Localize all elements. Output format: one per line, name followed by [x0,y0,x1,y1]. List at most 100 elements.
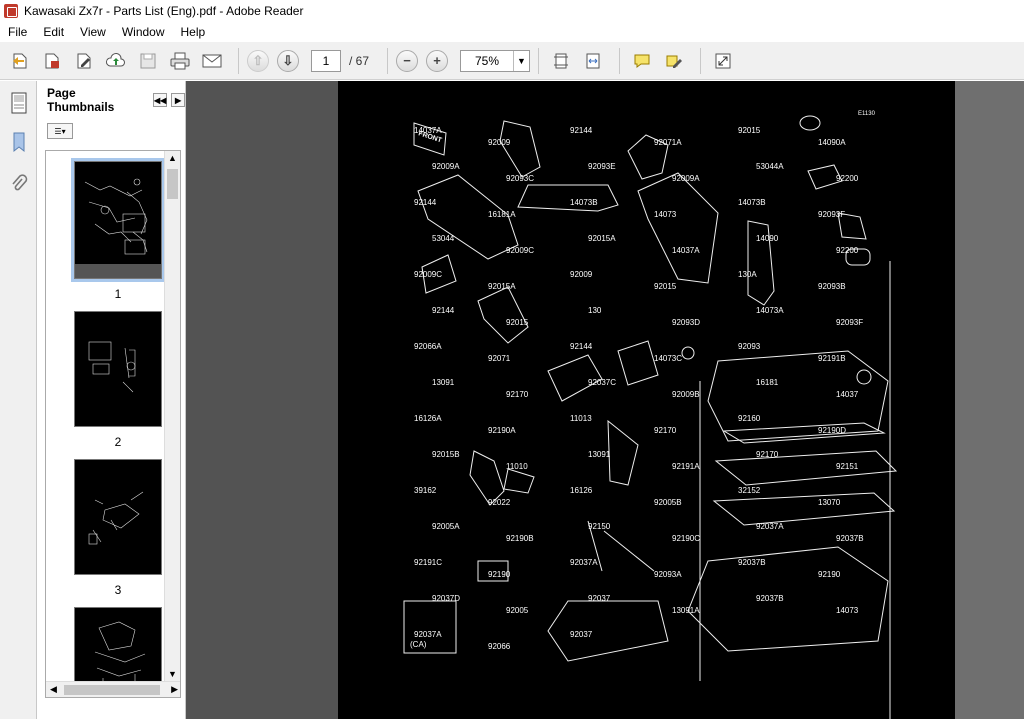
fullscreen-icon[interactable] [709,47,737,75]
scroll-left-icon[interactable]: ◀ [50,684,57,695]
thumbnail-page-1[interactable] [74,161,162,279]
toolbar-separator [538,47,540,74]
scroll-right-icon[interactable]: ▶ [171,684,178,695]
toolbar-separator [700,47,702,74]
part-callout: 92037A [756,522,784,531]
menu-window[interactable]: Window [114,25,173,39]
thumbnails-options-bar: ☰▾ [37,119,185,143]
part-callout: 13070 [818,498,841,507]
part-callout: 11010 [506,462,528,471]
zoom-value: 75% [475,53,500,68]
parts-exploded-diagram: 14037A 92009 92144 92071A 92015 14090A 92009A 9… [403,111,898,719]
part-callout: 92015B [432,450,460,459]
expand-panel-icon[interactable]: ▶ [171,93,185,107]
part-callout: 16126 [570,486,593,495]
next-page-icon[interactable]: ⇩ [277,49,299,72]
zoom-out-icon[interactable]: − [396,49,419,72]
chevron-down-icon[interactable]: ▼ [513,50,529,71]
part-callout: 92005B [654,498,682,507]
part-callout: 92190B [506,534,534,543]
part-callout: 14090 [756,234,779,243]
part-callout: 92200 [836,174,859,183]
part-callout: 92015 [506,318,529,327]
part-callout: 92144 [570,126,593,135]
part-callout: 92144 [414,198,437,207]
menu-help[interactable]: Help [173,25,214,39]
part-callout: 13091A [672,606,700,615]
thumbnail-page-2[interactable] [74,311,162,427]
part-callout: 92015A [488,282,516,291]
part-callout: 92071 [488,354,511,363]
part-callout: 92037 [588,594,611,603]
scrollbar-thumb[interactable] [64,685,160,695]
thumbnail-vertical-scrollbar[interactable]: ▲ ▼ [164,151,180,681]
previous-page-icon[interactable]: ⇧ [247,49,269,72]
print-icon[interactable] [166,47,194,75]
part-callout: 92191A [672,462,700,471]
part-callout: 92037 [570,630,593,639]
part-callout: 32152 [738,486,761,495]
navigation-strip [0,81,37,719]
part-callout: 92190 [818,570,841,579]
scroll-up-icon[interactable]: ▲ [168,153,177,163]
menu-edit[interactable]: Edit [35,25,72,39]
page-thumbnails-icon[interactable] [9,91,29,118]
open-file-icon[interactable] [6,47,34,75]
create-pdf-icon[interactable] [38,47,66,75]
part-callout: 92015A [588,234,616,243]
scroll-down-icon[interactable]: ▼ [168,669,177,679]
ca-label: (CA) [410,640,427,649]
highlight-icon[interactable] [660,47,688,75]
part-callout: 14073A [756,306,784,315]
part-callout: 92037C [588,378,616,387]
part-callout: 92015 [738,126,761,135]
part-callout: 92093E [588,162,616,171]
part-callout: 92093C [506,174,534,183]
part-callout: 92191B [818,354,846,363]
part-callout: 130 [588,306,602,315]
collapse-panel-icon[interactable]: ◀◀ [153,93,168,107]
part-callout: 16181 [756,378,779,387]
save-icon[interactable] [134,47,162,75]
part-callout: 92009 [488,138,511,147]
part-callout: 92009C [506,246,534,255]
zoom-in-icon[interactable]: + [426,49,449,72]
menu-file[interactable]: File [0,25,35,39]
cloud-upload-icon[interactable] [102,47,130,75]
window-title: Kawasaki Zx7r - Parts List (Eng).pdf - A… [24,4,304,18]
part-callout: 14073B [738,198,766,207]
scrollbar-thumb[interactable] [167,169,178,199]
bookmark-icon[interactable] [10,131,28,156]
part-callout: 92015 [654,282,677,291]
fit-page-icon[interactable] [547,47,575,75]
part-callout: 92037B [756,594,784,603]
part-callout: 92005A [432,522,460,531]
part-callout: 92170 [506,390,529,399]
page-number-input[interactable]: 1 [311,49,341,72]
comment-icon[interactable] [628,47,656,75]
fit-width-icon[interactable] [579,47,607,75]
zoom-select[interactable]: 75% ▼ [460,49,531,72]
attachment-icon[interactable] [10,173,28,198]
part-callout: 92005 [506,606,529,615]
email-icon[interactable] [198,47,226,75]
part-callout: 92009 [570,270,593,279]
part-callout: 92037D [432,594,460,603]
thumbnails-header: Page Thumbnails ◀◀ ▶ [37,81,185,119]
part-callout: 92009B [672,390,700,399]
part-callout: 92066A [414,342,442,351]
menu-view[interactable]: View [72,25,114,39]
thumbnail-page-3[interactable] [74,459,162,575]
thumbnail-label-1: 1 [114,287,122,301]
part-callout: 92160 [738,414,761,423]
part-callout: 92066 [488,642,511,651]
thumbnail-options-icon[interactable]: ☰▾ [47,123,73,139]
part-callout: 92144 [432,306,455,315]
edit-pdf-icon[interactable] [70,47,98,75]
document-viewport[interactable]: 14037A 92009 92144 92071A 92015 14090A 92009A 9… [186,81,1024,719]
part-callout: 92190C [672,534,700,543]
toolbar-separator [387,47,389,74]
part-callout: 92200 [836,246,859,255]
thumbnail-horizontal-scrollbar[interactable]: ◀ ▶ [46,681,180,697]
part-callout: 16126A [414,414,442,423]
